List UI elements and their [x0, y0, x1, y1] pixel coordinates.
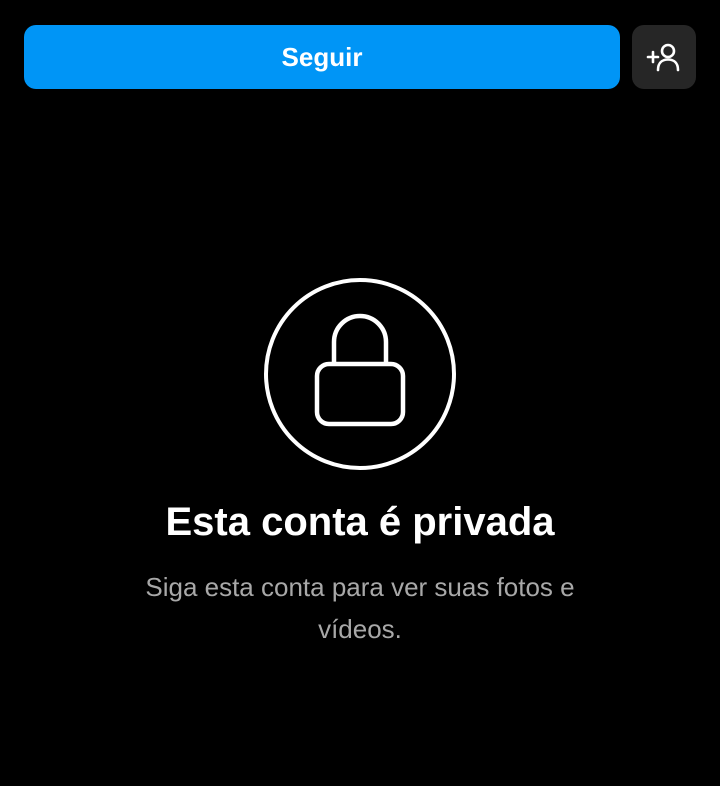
private-account-title: Esta conta é privada — [165, 500, 555, 544]
suggested-accounts-button[interactable] — [632, 25, 696, 89]
profile-action-row: Seguir — [24, 25, 696, 89]
private-profile-screen: Seguir Esta conta é privada Siga esta co… — [0, 0, 720, 786]
lock-icon — [264, 278, 456, 470]
private-account-description: Siga esta conta para ver suas fotos e ví… — [145, 572, 575, 644]
person-add-icon — [646, 43, 680, 72]
follow-button[interactable]: Seguir — [24, 25, 620, 89]
